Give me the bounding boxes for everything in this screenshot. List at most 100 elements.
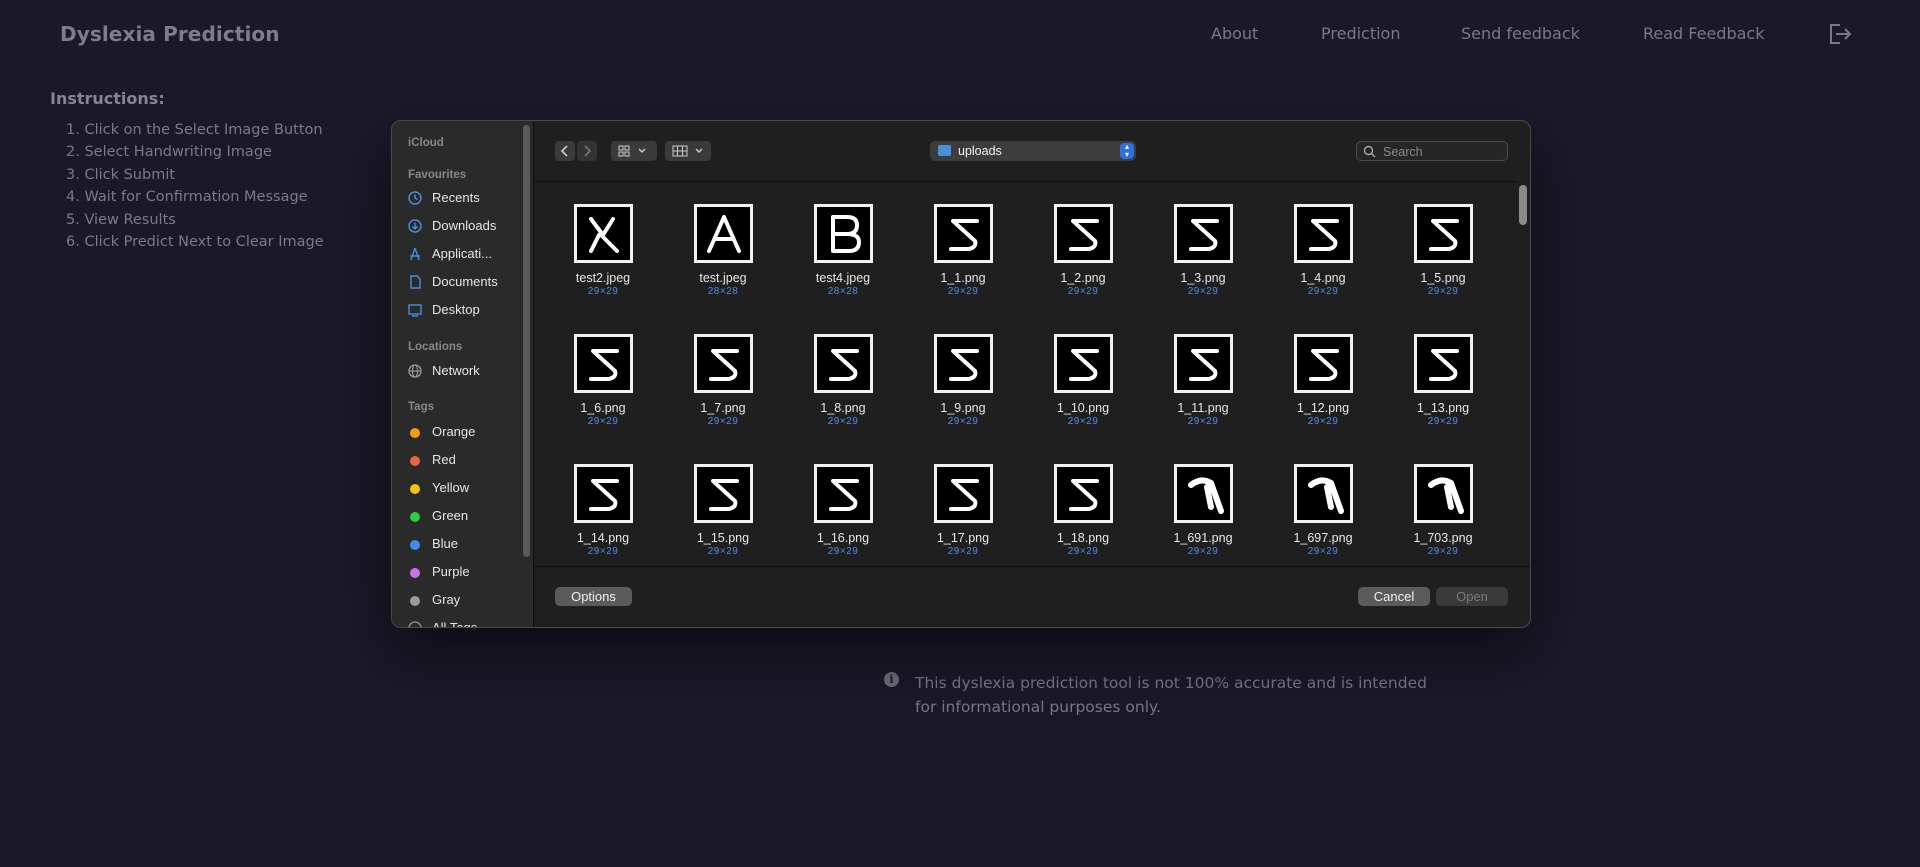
- sidebar-item-downloads[interactable]: Downloads: [408, 216, 523, 238]
- sidebar-tag-purple[interactable]: Purple: [408, 562, 523, 584]
- file-thumbnail: [813, 464, 873, 523]
- file-name: 1_7.png: [700, 401, 746, 415]
- file-thumbnail: [1173, 334, 1233, 393]
- file-item[interactable]: 1_1.png 29×29: [908, 204, 1018, 297]
- nav-read-feedback[interactable]: Read Feedback: [1643, 24, 1764, 43]
- tag-label: Blue: [432, 536, 459, 551]
- file-dimensions: 29×29: [1067, 286, 1099, 297]
- logout-icon[interactable]: [1827, 22, 1853, 46]
- file-name: 1_8.png: [820, 401, 866, 415]
- file-name: test2.jpeg: [575, 271, 631, 285]
- file-item[interactable]: 1_697.png 29×29: [1268, 464, 1378, 557]
- sidebar-tag-blue[interactable]: Blue: [408, 534, 523, 556]
- group-by-button[interactable]: [665, 141, 711, 161]
- file-item[interactable]: test2.jpeg 29×29: [548, 204, 658, 297]
- file-dimensions: 29×29: [587, 546, 619, 557]
- file-grid-scrollbar[interactable]: [1519, 185, 1527, 225]
- file-dimensions: 29×29: [947, 416, 979, 427]
- file-thumbnail: [813, 204, 873, 263]
- instruction-step: 3. Click Submit: [66, 166, 176, 183]
- nav-send-feedback[interactable]: Send feedback: [1461, 24, 1580, 43]
- file-item[interactable]: 1_18.png 29×29: [1028, 464, 1138, 557]
- file-item[interactable]: 1_14.png 29×29: [548, 464, 658, 557]
- file-item[interactable]: 1_16.png 29×29: [788, 464, 898, 557]
- file-dimensions: 29×29: [1187, 416, 1219, 427]
- view-mode-button[interactable]: [611, 141, 657, 161]
- file-dimensions: 29×29: [1427, 546, 1459, 557]
- document-icon: [410, 275, 421, 289]
- file-thumbnail: [1413, 464, 1473, 523]
- top-nav: About Prediction Send feedback Read Feed…: [0, 24, 1920, 48]
- sidebar-tag-orange[interactable]: Orange: [408, 422, 523, 444]
- updown-chevron-icon: ▴ ▾: [1120, 143, 1134, 159]
- back-button[interactable]: [555, 141, 575, 161]
- file-dimensions: 29×29: [1427, 286, 1459, 297]
- file-name: 1_17.png: [936, 531, 990, 545]
- sidebar-scrollbar[interactable]: [523, 125, 530, 557]
- file-item[interactable]: 1_15.png 29×29: [668, 464, 778, 557]
- sidebar-item-desktop[interactable]: Desktop: [408, 300, 523, 322]
- nav-prediction[interactable]: Prediction: [1321, 24, 1400, 43]
- open-button[interactable]: Open: [1436, 587, 1508, 606]
- nav-about[interactable]: About: [1211, 24, 1258, 43]
- file-item[interactable]: test.jpeg 28×28: [668, 204, 778, 297]
- file-thumbnail: [933, 464, 993, 523]
- cancel-button[interactable]: Cancel: [1358, 587, 1430, 606]
- tag-dot: [410, 512, 420, 522]
- search-field[interactable]: [1356, 141, 1508, 161]
- file-item[interactable]: 1_9.png 29×29: [908, 334, 1018, 427]
- file-item[interactable]: 1_10.png 29×29: [1028, 334, 1138, 427]
- sidebar-section-icloud[interactable]: iCloud: [408, 137, 444, 149]
- info-icon: i: [884, 672, 899, 687]
- sidebar-item-documents[interactable]: Documents: [408, 272, 523, 294]
- sidebar-tag-red[interactable]: Red: [408, 450, 523, 472]
- file-item[interactable]: 1_17.png 29×29: [908, 464, 1018, 557]
- search-input[interactable]: [1381, 143, 1505, 161]
- file-item[interactable]: 1_4.png 29×29: [1268, 204, 1378, 297]
- applications-icon: [410, 247, 420, 261]
- file-name: 1_12.png: [1296, 401, 1350, 415]
- file-item[interactable]: 1_7.png 29×29: [668, 334, 778, 427]
- file-dimensions: 29×29: [1067, 546, 1099, 557]
- file-item[interactable]: 1_2.png 29×29: [1028, 204, 1138, 297]
- file-dimensions: 29×29: [947, 286, 979, 297]
- file-name: 1_4.png: [1300, 271, 1346, 285]
- sidebar-item-network[interactable]: Network: [408, 361, 523, 383]
- file-item[interactable]: 1_691.png 29×29: [1148, 464, 1258, 557]
- download-icon: [408, 219, 422, 233]
- file-item[interactable]: 1_6.png 29×29: [548, 334, 658, 427]
- footer-divider: [534, 566, 1530, 567]
- file-item[interactable]: 1_11.png 29×29: [1148, 334, 1258, 427]
- sidebar-tag-yellow[interactable]: Yellow: [408, 478, 523, 500]
- file-thumbnail: [573, 464, 633, 523]
- options-button[interactable]: Options: [555, 587, 632, 606]
- file-item[interactable]: 1_703.png 29×29: [1388, 464, 1498, 557]
- file-dimensions: 28×28: [827, 286, 859, 297]
- file-item[interactable]: 1_5.png 29×29: [1388, 204, 1498, 297]
- file-item[interactable]: 1_12.png 29×29: [1268, 334, 1378, 427]
- forward-button[interactable]: [577, 141, 597, 161]
- tag-dot: [410, 568, 420, 578]
- sidebar-tag-green[interactable]: Green: [408, 506, 523, 528]
- sidebar-item-label: Documents: [432, 274, 498, 289]
- chevron-right-icon: [584, 145, 592, 157]
- file-item[interactable]: 1_3.png 29×29: [1148, 204, 1258, 297]
- file-thumbnail: [1413, 204, 1473, 263]
- desktop-icon: [408, 304, 422, 317]
- file-dimensions: 29×29: [1427, 416, 1459, 427]
- file-item[interactable]: 1_13.png 29×29: [1388, 334, 1498, 427]
- file-item[interactable]: test4.jpeg 28×28: [788, 204, 898, 297]
- tag-label: Green: [432, 508, 469, 523]
- file-item[interactable]: 1_8.png 29×29: [788, 334, 898, 427]
- sidebar-item-recents[interactable]: Recents: [408, 188, 523, 210]
- file-name: 1_14.png: [576, 531, 630, 545]
- file-dimensions: 29×29: [1187, 286, 1219, 297]
- globe-icon: [408, 364, 422, 378]
- file-thumbnail: [573, 334, 633, 393]
- tags-icon: [408, 621, 422, 627]
- sidebar-tag-all-tags[interactable]: All Tags: [408, 618, 523, 627]
- location-select[interactable]: uploads ▴ ▾: [930, 141, 1136, 161]
- sidebar-item-applications[interactable]: Applicati...: [408, 244, 523, 266]
- file-thumbnail: [1293, 204, 1353, 263]
- sidebar-tag-gray[interactable]: Gray: [408, 590, 523, 612]
